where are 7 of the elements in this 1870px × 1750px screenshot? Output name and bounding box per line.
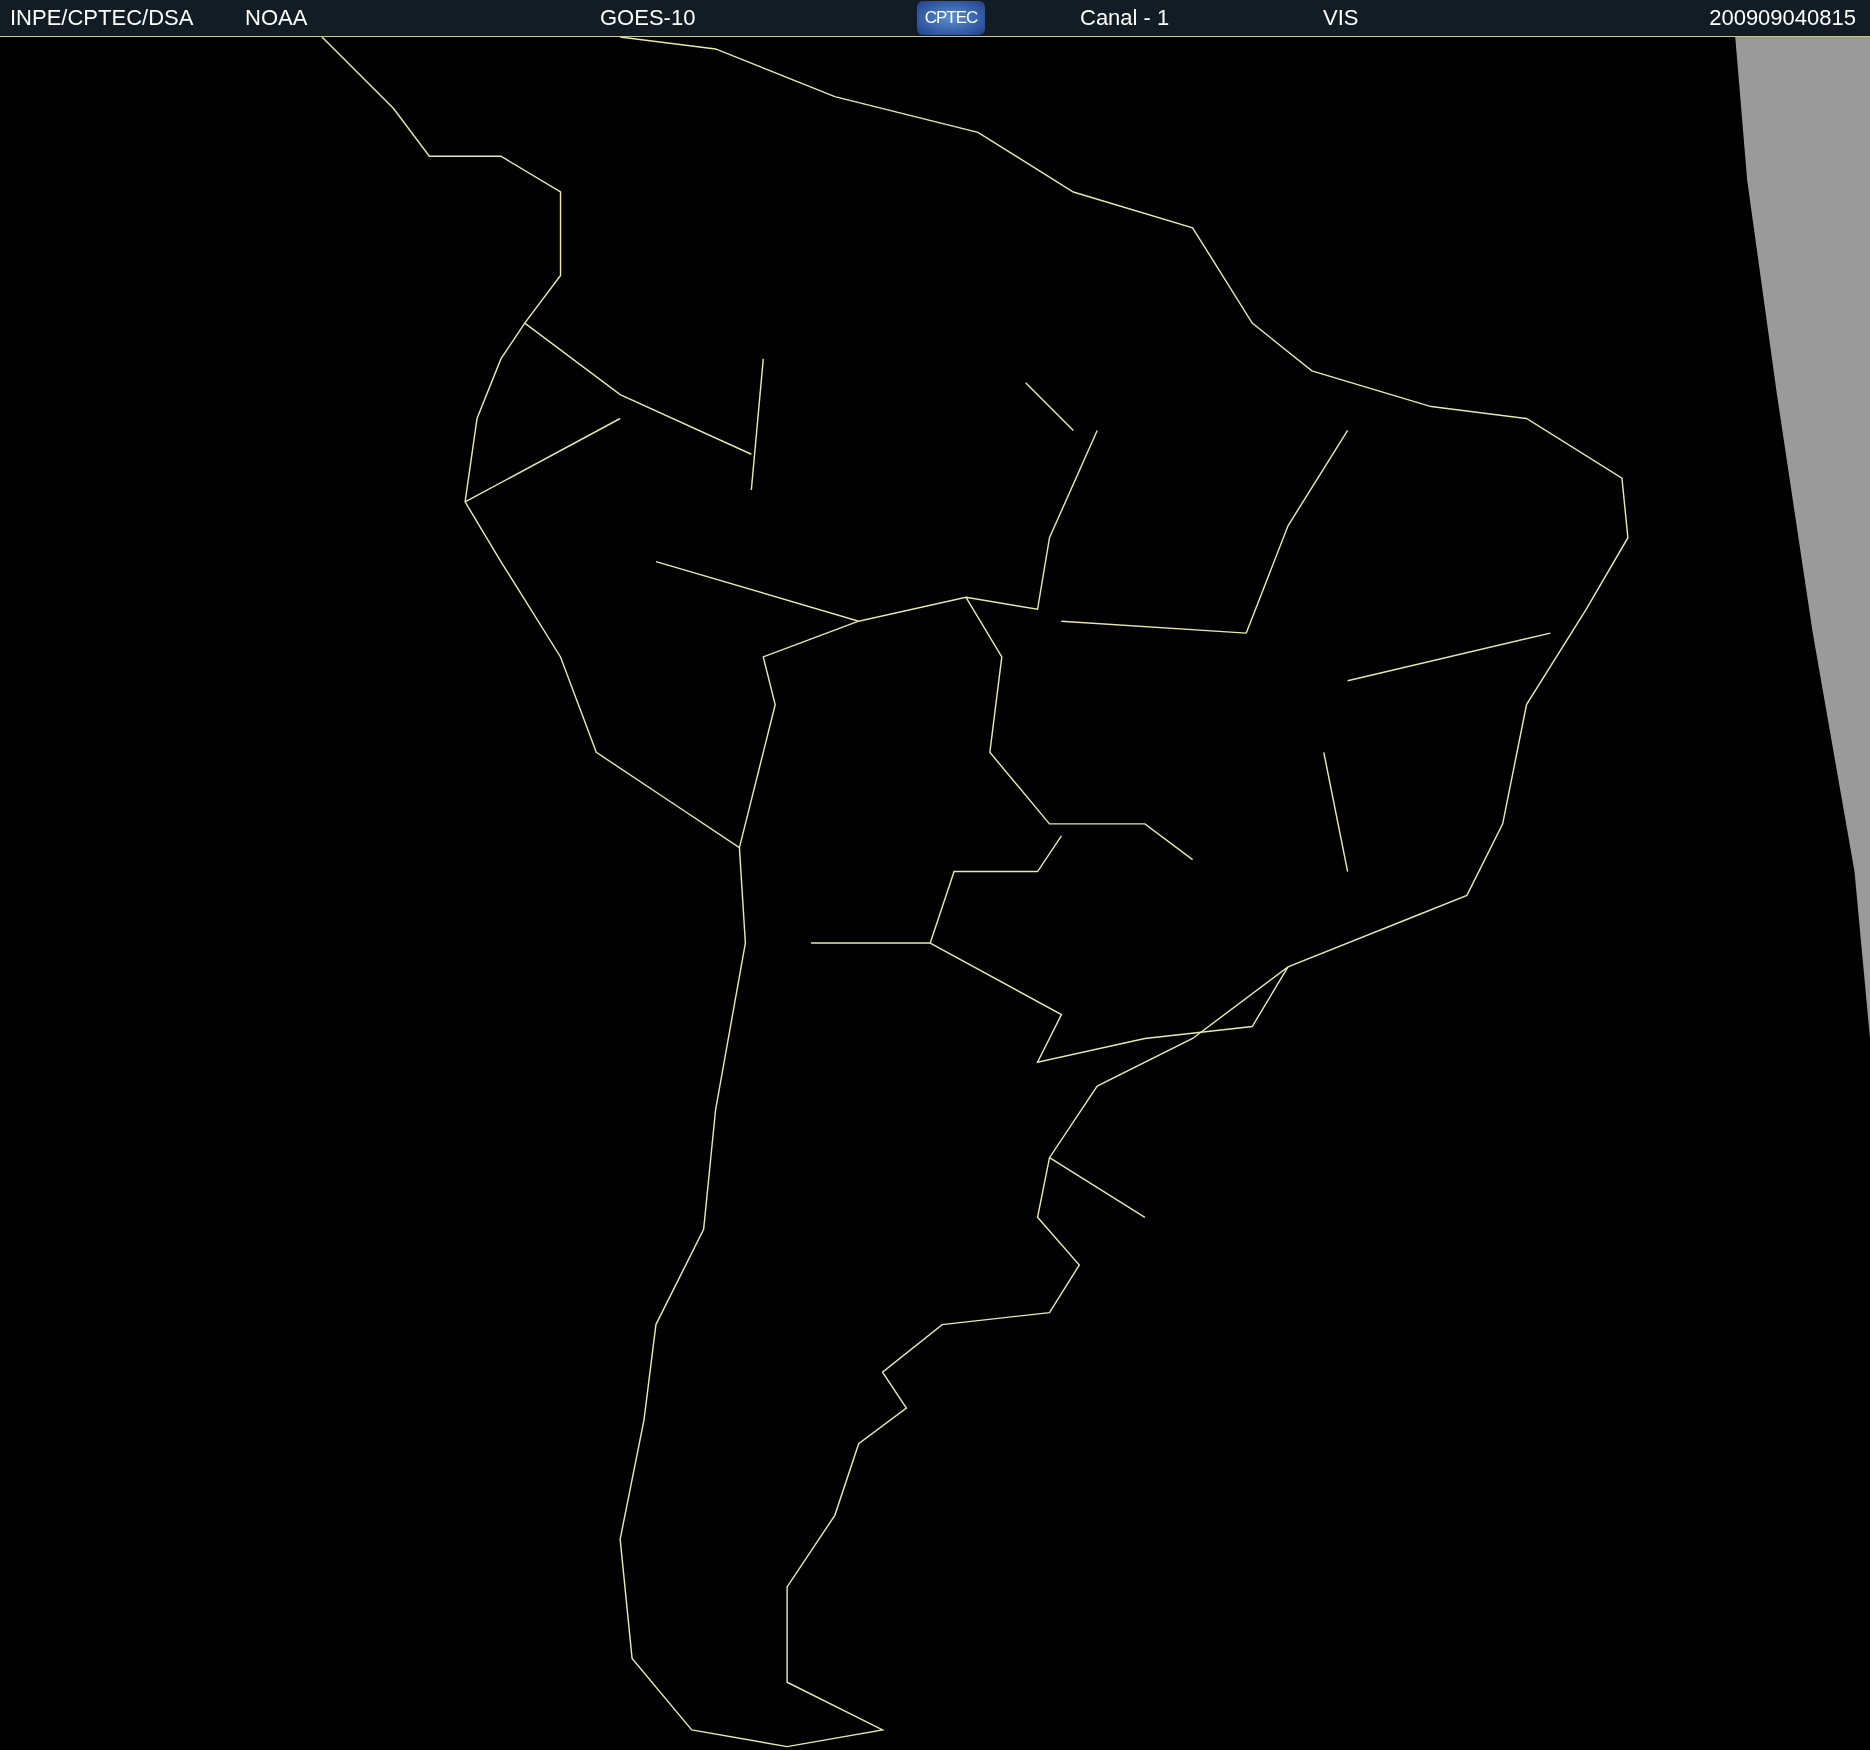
agency-label: NOAA (245, 5, 309, 31)
satellite-label: GOES-10 (600, 5, 697, 31)
source-label: INPE/CPTEC/DSA (9, 5, 195, 31)
channel-label: Canal - 1 (1080, 5, 1171, 31)
band-label: VIS (1323, 5, 1360, 31)
logo: CPTEC (917, 1, 985, 35)
timestamp-label: 200909040815 (1708, 5, 1857, 31)
